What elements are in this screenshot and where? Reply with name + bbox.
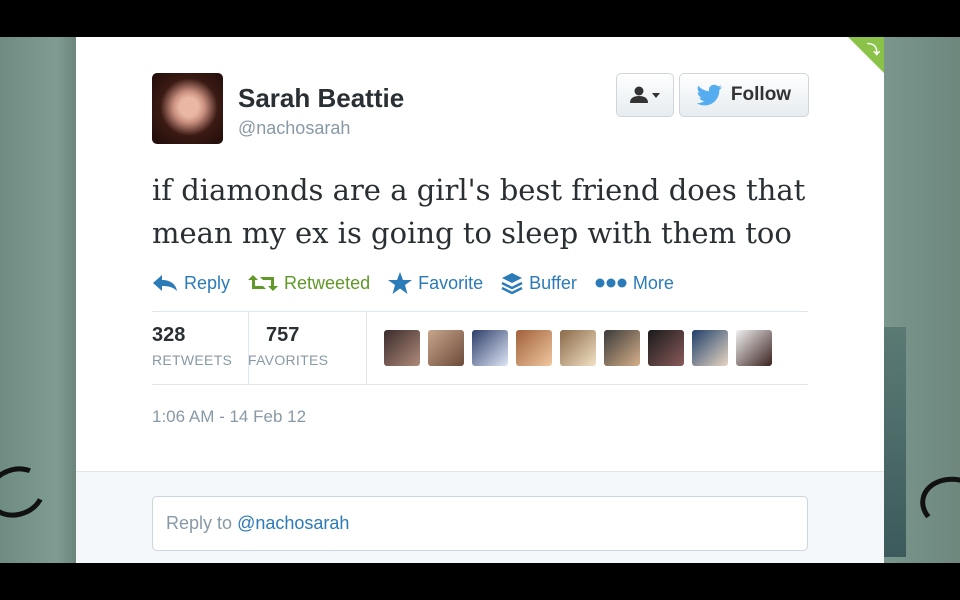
tweet-actions: Reply Retweeted Favorite Buffer More — [152, 271, 692, 295]
favoriter-avatar-7[interactable] — [648, 330, 684, 366]
favoriter-avatar-3[interactable] — [472, 330, 508, 366]
follow-button-label: Follow — [730, 84, 792, 105]
favorites-count: 757 — [266, 324, 300, 346]
background-swirl-right — [915, 471, 960, 538]
background-swirl-left — [0, 458, 53, 526]
favorite-action[interactable]: Favorite — [388, 272, 483, 294]
more-action-label: More — [632, 272, 674, 293]
reply-icon — [153, 275, 177, 291]
favoriter-avatar-9[interactable] — [736, 330, 772, 366]
user-actions-button[interactable] — [616, 73, 674, 117]
buffer-action-label: Buffer — [529, 272, 577, 293]
favoriter-avatar-2[interactable] — [428, 330, 464, 366]
favorites-stat[interactable]: 757 FAVORITES — [248, 312, 367, 384]
reply-action-label: Reply — [184, 272, 231, 293]
reply-input[interactable]: Reply to @nachosarah — [152, 496, 808, 551]
avatar[interactable] — [152, 73, 223, 144]
retweets-label: RETWEETS — [152, 352, 233, 368]
tweet-card: ⤵ Sarah Beattie @nachosarah Follow if di… — [76, 37, 884, 563]
retweet-icon — [248, 275, 279, 291]
tweet-text: if diamonds are a girl's best friend doe… — [152, 173, 806, 250]
reply-input-prefix: Reply to — [166, 513, 233, 533]
favoriter-avatar-5[interactable] — [560, 330, 596, 366]
tweet-timestamp[interactable]: 1:06 AM - 14 Feb 12 — [152, 407, 306, 427]
favorite-action-label: Favorite — [418, 272, 484, 293]
user-name[interactable]: Sarah Beattie — [238, 83, 404, 114]
letterbox-bottom — [0, 563, 960, 600]
favoriter-avatar-4[interactable] — [516, 330, 552, 366]
user-dropdown-icon — [630, 86, 660, 103]
follow-button[interactable]: Follow — [679, 73, 809, 117]
buffer-action[interactable]: Buffer — [501, 272, 577, 294]
retweet-action[interactable]: Retweeted — [248, 273, 370, 294]
favoriter-avatar-6[interactable] — [604, 330, 640, 366]
reply-area: Reply to @nachosarah — [76, 471, 884, 563]
favorites-label: FAVORITES — [248, 352, 329, 368]
favoriter-avatar-1[interactable] — [384, 330, 420, 366]
letterbox-top — [0, 0, 960, 37]
more-dots-icon — [595, 278, 627, 288]
user-handle[interactable]: @nachosarah — [238, 118, 350, 139]
background-strip-right — [884, 327, 906, 557]
star-icon — [388, 272, 413, 294]
retweets-stat[interactable]: 328 RETWEETS — [152, 312, 249, 384]
retweet-corner-icon: ⤵ — [866, 42, 880, 57]
favoriters-avatar-list — [384, 330, 772, 366]
reply-input-mention: @nachosarah — [237, 513, 350, 533]
tweet-stats: 328 RETWEETS 757 FAVORITES — [152, 311, 808, 385]
retweet-action-label: Retweeted — [284, 272, 371, 293]
more-action[interactable]: More — [595, 273, 674, 294]
twitter-bird-icon — [696, 84, 722, 106]
retweets-count: 328 — [152, 324, 186, 346]
favoriter-avatar-8[interactable] — [692, 330, 728, 366]
reply-action[interactable]: Reply — [152, 273, 230, 294]
buffer-icon — [501, 273, 523, 294]
